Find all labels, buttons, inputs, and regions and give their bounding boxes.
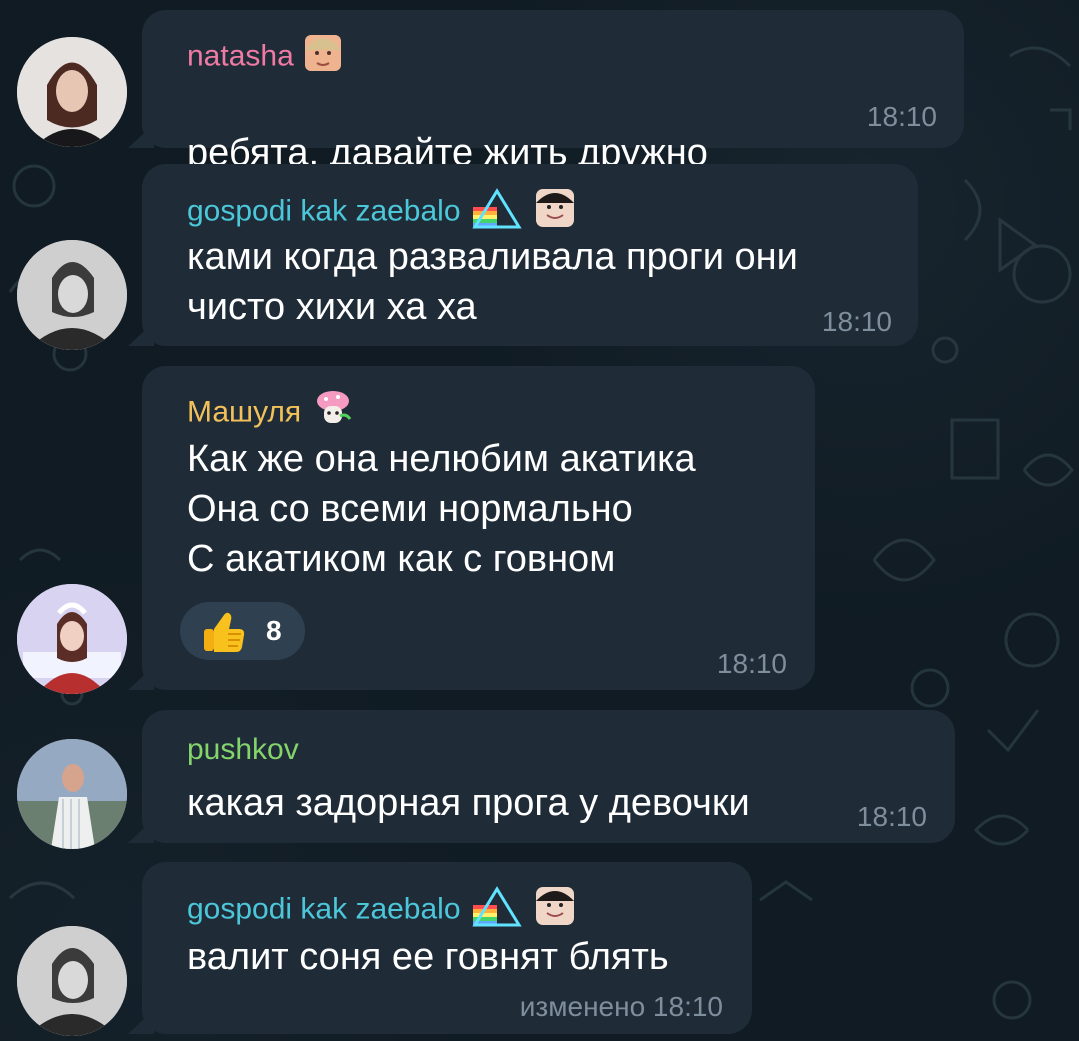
reaction-count: 8 <box>266 615 282 646</box>
gospodi-avatar-icon[interactable] <box>17 240 127 350</box>
sender-name[interactable]: pushkov <box>187 732 299 768</box>
message-text: валит соня ее говнят блять <box>187 936 669 978</box>
message-text: ками когда разваливала проги они чисто х… <box>187 236 798 328</box>
message-bubble[interactable]: pushkov какая задорная прога у девочки 1… <box>142 710 955 843</box>
mashulya-avatar-icon[interactable] <box>17 584 127 694</box>
natasha-avatar-icon[interactable] <box>17 37 127 147</box>
message-text: какая задорная прога у девочки <box>187 782 750 824</box>
mushroom-sticker-icon <box>310 388 356 439</box>
gospodi-avatar-icon[interactable] <box>17 926 127 1036</box>
message-bubble[interactable]: Машуля Как же она нелюбим акатика Она со… <box>142 366 815 690</box>
girl-face-sticker-icon <box>533 884 577 937</box>
message-bubble[interactable]: gospodi kak zaebalo <box>142 164 918 346</box>
message-timestamp: 18:10 <box>866 101 937 132</box>
sender-name[interactable]: natasha <box>187 32 344 83</box>
thumbs-up-icon <box>200 609 248 658</box>
woman-face-sticker-icon <box>302 32 344 83</box>
message-edited-timestamp: изменено 18:10 <box>519 991 723 1022</box>
sender-name[interactable]: Машуля <box>187 388 356 439</box>
rainbow-flag-triangle-icon <box>469 187 525 238</box>
thumbs-up-reaction[interactable]: 8 <box>180 602 305 660</box>
rainbow-flag-triangle-icon <box>469 885 525 936</box>
message-text: Как же она нелюбим акатика Она со всеми … <box>187 438 696 580</box>
message-timestamp: 18:10 <box>856 801 927 832</box>
message-bubble[interactable]: gospodi kak zaebalo <box>142 862 752 1034</box>
message-timestamp: 18:10 <box>821 306 892 337</box>
sender-name[interactable]: gospodi kak zaebalo <box>187 884 577 937</box>
message-bubble[interactable]: natasha ребята, давайте жить дружно 18:1… <box>142 10 964 277</box>
message-timestamp: 18:10 <box>716 648 787 679</box>
pushkov-avatar-icon[interactable] <box>17 739 127 849</box>
